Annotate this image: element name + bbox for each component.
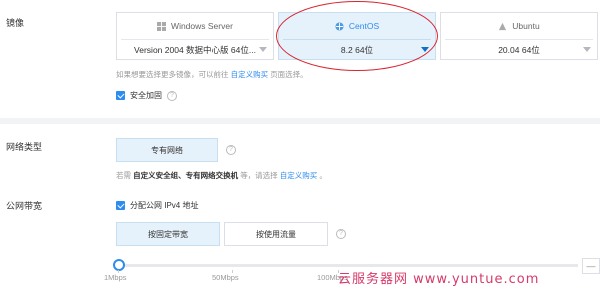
version-value: Version 2004 数据中心版 64位... [134,45,256,55]
security-checkbox[interactable] [116,91,125,100]
bandwidth-slider-handle[interactable] [113,259,125,271]
fixed-bandwidth-label: 按固定带宽 [148,229,188,239]
vpc-option-label: 专有网络 [151,145,183,155]
os-name: Windows Server [171,21,233,31]
help-icon[interactable]: ? [226,145,236,155]
custom-purchase-link[interactable]: 自定义购买 [231,70,269,79]
ubuntu-icon [499,22,507,30]
hint-text: 页面选择。 [270,70,308,79]
version-select[interactable]: Version 2004 数据中心版 64位... [117,40,273,60]
bandwidth-label: 公网带宽 [6,201,43,211]
version-value: 20.04 64位 [498,45,540,55]
hint-text: 。 [319,171,327,180]
bandwidth-stepper[interactable]: — [582,258,600,274]
hint-text: 等，请选择 [240,171,278,180]
vpc-option-button[interactable]: 专有网络 [116,138,218,162]
network-hint: 若需 自定义安全组、专有网络交换机 等，请选择 自定义购买 。 [116,170,327,181]
stepper-label: — [586,261,596,271]
chevron-down-icon [583,47,591,52]
help-icon[interactable]: ? [167,90,177,101]
annotation-ellipse [276,1,438,71]
watermark: 云服务器网 www.yuntue.com [338,272,540,287]
fixed-bandwidth-button[interactable]: 按固定带宽 [116,222,220,246]
hint-text: 若需 [116,171,131,180]
slider-tick-label: 50Mbps [212,273,239,282]
bandwidth-slider-track[interactable] [118,264,578,267]
hint-bold-text: 自定义安全组、专有网络交换机 [133,171,239,180]
os-name: Ubuntu [512,21,540,31]
pay-by-traffic-label: 按使用流量 [256,229,296,239]
os-card-ubuntu[interactable]: Ubuntu 20.04 64位 [440,12,598,60]
os-card-windows[interactable]: Windows Server Version 2004 数据中心版 64位... [116,12,274,60]
ipv4-row[interactable]: 分配公网 IPv4 地址 [116,200,198,211]
help-icon[interactable]: ? [336,229,346,239]
network-type-label: 网络类型 [6,142,43,152]
security-hardening-row[interactable]: 安全加固 ? [116,90,177,101]
chevron-down-icon [259,47,267,52]
custom-purchase-link[interactable]: 自定义购买 [280,171,318,180]
ipv4-label: 分配公网 IPv4 地址 [130,201,199,210]
image-label: 镜像 [6,18,25,28]
version-select[interactable]: 20.04 64位 [441,40,597,60]
windows-icon [157,21,167,31]
image-panel: 镜像 Windows Server Version 2004 数据中心版 64位… [0,0,600,118]
hint-text: 如果想要选择更多镜像，可以前往 [116,70,229,79]
pay-by-traffic-button[interactable]: 按使用流量 [224,222,328,246]
ipv4-checkbox[interactable] [116,201,125,210]
security-label: 安全加固 [130,91,162,100]
image-hint: 如果想要选择更多镜像，可以前往 自定义购买 页面选择。 [116,69,308,80]
slider-tick-label: 1Mbps [104,273,127,282]
